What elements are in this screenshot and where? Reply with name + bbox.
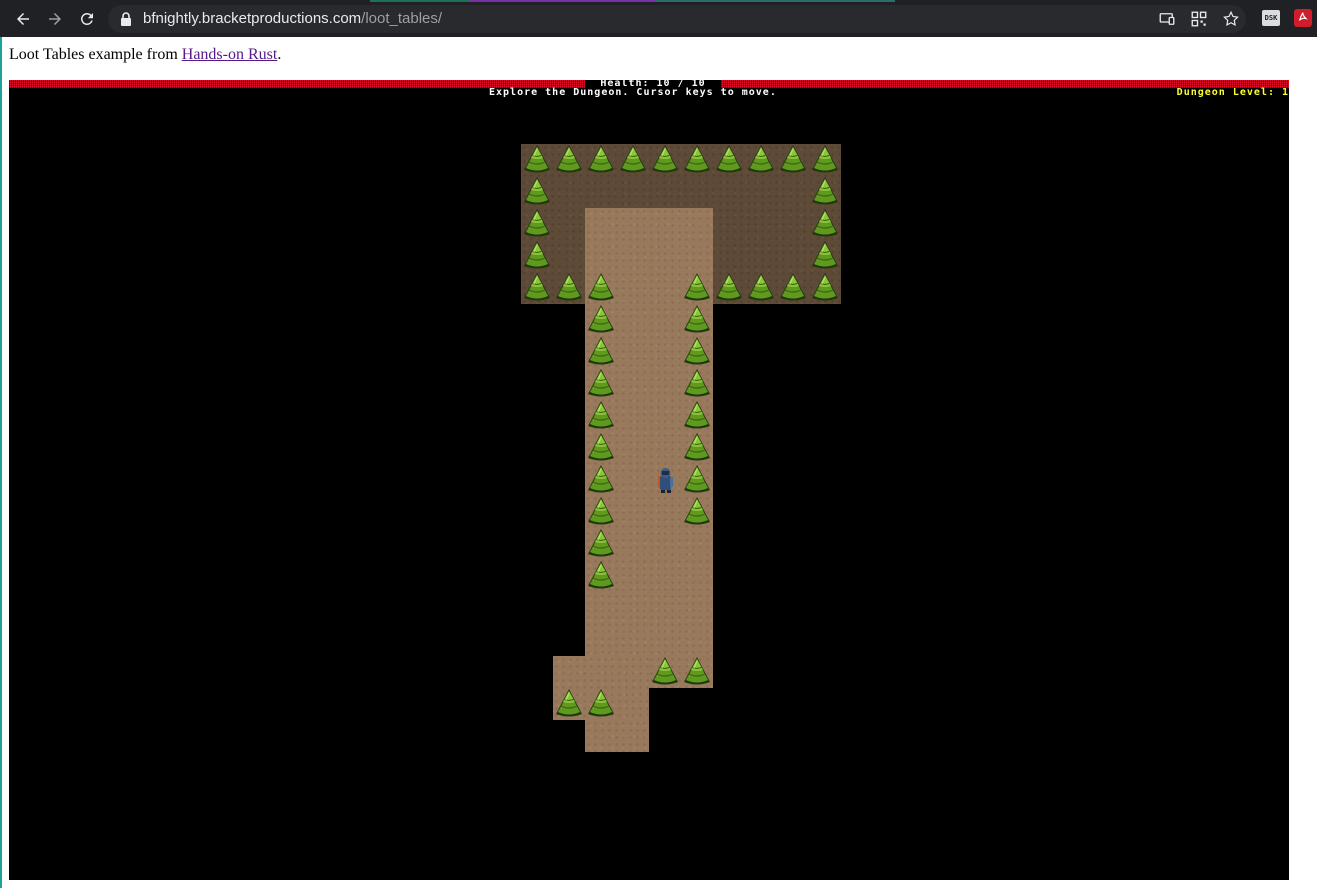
url-text[interactable]: bfnightly.bracketproductions.com/loot_ta… <box>143 10 442 27</box>
forward-arrow-icon <box>49 13 61 25</box>
tree-icon <box>681 432 713 464</box>
bookmark-star-icon <box>1223 10 1239 27</box>
tab-accent <box>655 0 895 2</box>
tree-icon <box>585 304 617 336</box>
tree-icon <box>521 272 553 304</box>
tab-accent <box>370 0 470 2</box>
qr-code-button[interactable] <box>1189 9 1209 29</box>
tree-icon <box>553 688 585 720</box>
window-edge <box>0 37 2 888</box>
hands-on-rust-link[interactable]: Hands-on Rust <box>182 46 278 63</box>
tree-icon <box>681 304 713 336</box>
tree-icon <box>585 432 617 464</box>
tree-icon <box>585 400 617 432</box>
tree-icon <box>681 144 713 176</box>
url-host: bfnightly.bracketproductions.com <box>143 10 362 27</box>
tab-accent <box>470 0 655 2</box>
pdf-extension-button[interactable] <box>1294 9 1312 27</box>
tree-icon <box>521 208 553 240</box>
tree-icon <box>585 560 617 592</box>
tree-icon <box>617 144 649 176</box>
player-character <box>649 464 681 496</box>
instruction-text: Explore the Dungeon. Cursor keys to move… <box>489 87 777 98</box>
tree-icon <box>809 176 841 208</box>
lock-icon <box>121 12 131 26</box>
intro-text: Loot Tables example from Hands-on Rust. <box>9 46 281 64</box>
tree-icon <box>585 496 617 528</box>
tree-icon <box>681 656 713 688</box>
tree-icon <box>585 688 617 720</box>
tree-icon <box>553 272 585 304</box>
qr-code-icon <box>1191 11 1207 27</box>
back-button[interactable] <box>10 6 36 32</box>
tree-icon <box>681 272 713 304</box>
intro-suffix: . <box>277 46 282 63</box>
intro-prefix: Loot Tables example from <box>9 46 182 63</box>
reload-icon <box>80 12 93 25</box>
tree-icon <box>745 272 777 304</box>
visible-floor <box>585 720 649 752</box>
tree-icon <box>553 144 585 176</box>
back-arrow-icon <box>17 13 29 25</box>
cast-icon <box>1159 13 1175 25</box>
player-sprite-icon <box>658 468 673 493</box>
tree-icon <box>521 144 553 176</box>
tree-icon <box>809 240 841 272</box>
reload-button[interactable] <box>74 6 100 32</box>
tree-icon <box>585 528 617 560</box>
tree-icon <box>681 368 713 400</box>
tree-icon <box>649 144 681 176</box>
tree-icon <box>681 496 713 528</box>
dungeon-level-text: Dungeon Level: 1 <box>1176 87 1289 98</box>
tree-icon <box>745 144 777 176</box>
extension-icon: DSK <box>1264 14 1278 22</box>
tree-icon <box>649 656 681 688</box>
url-path: /loot_tables/ <box>361 10 443 27</box>
bookmark-button[interactable] <box>1221 9 1241 29</box>
tree-icon <box>521 176 553 208</box>
tree-icon <box>809 144 841 176</box>
tree-icon <box>521 240 553 272</box>
forward-button[interactable] <box>42 6 68 32</box>
tree-icon <box>585 368 617 400</box>
tree-icon <box>809 272 841 304</box>
tree-icon <box>585 336 617 368</box>
tree-icon <box>585 464 617 496</box>
game-canvas[interactable]: Health: 10 / 10 Explore the Dungeon. Cur… <box>9 80 1289 880</box>
tree-icon <box>777 272 809 304</box>
tree-icon <box>713 272 745 304</box>
pdf-extension-icon <box>1298 12 1308 21</box>
extension-button[interactable]: DSK <box>1262 10 1280 26</box>
browser-toolbar: bfnightly.bracketproductions.com/loot_ta… <box>0 0 1317 37</box>
tree-icon <box>585 272 617 304</box>
tree-icon <box>681 336 713 368</box>
tree-icon <box>681 464 713 496</box>
tree-icon <box>681 400 713 432</box>
tree-icon <box>809 208 841 240</box>
tree-icon <box>777 144 809 176</box>
cast-button[interactable] <box>1157 9 1177 29</box>
tree-icon <box>713 144 745 176</box>
tree-icon <box>585 144 617 176</box>
